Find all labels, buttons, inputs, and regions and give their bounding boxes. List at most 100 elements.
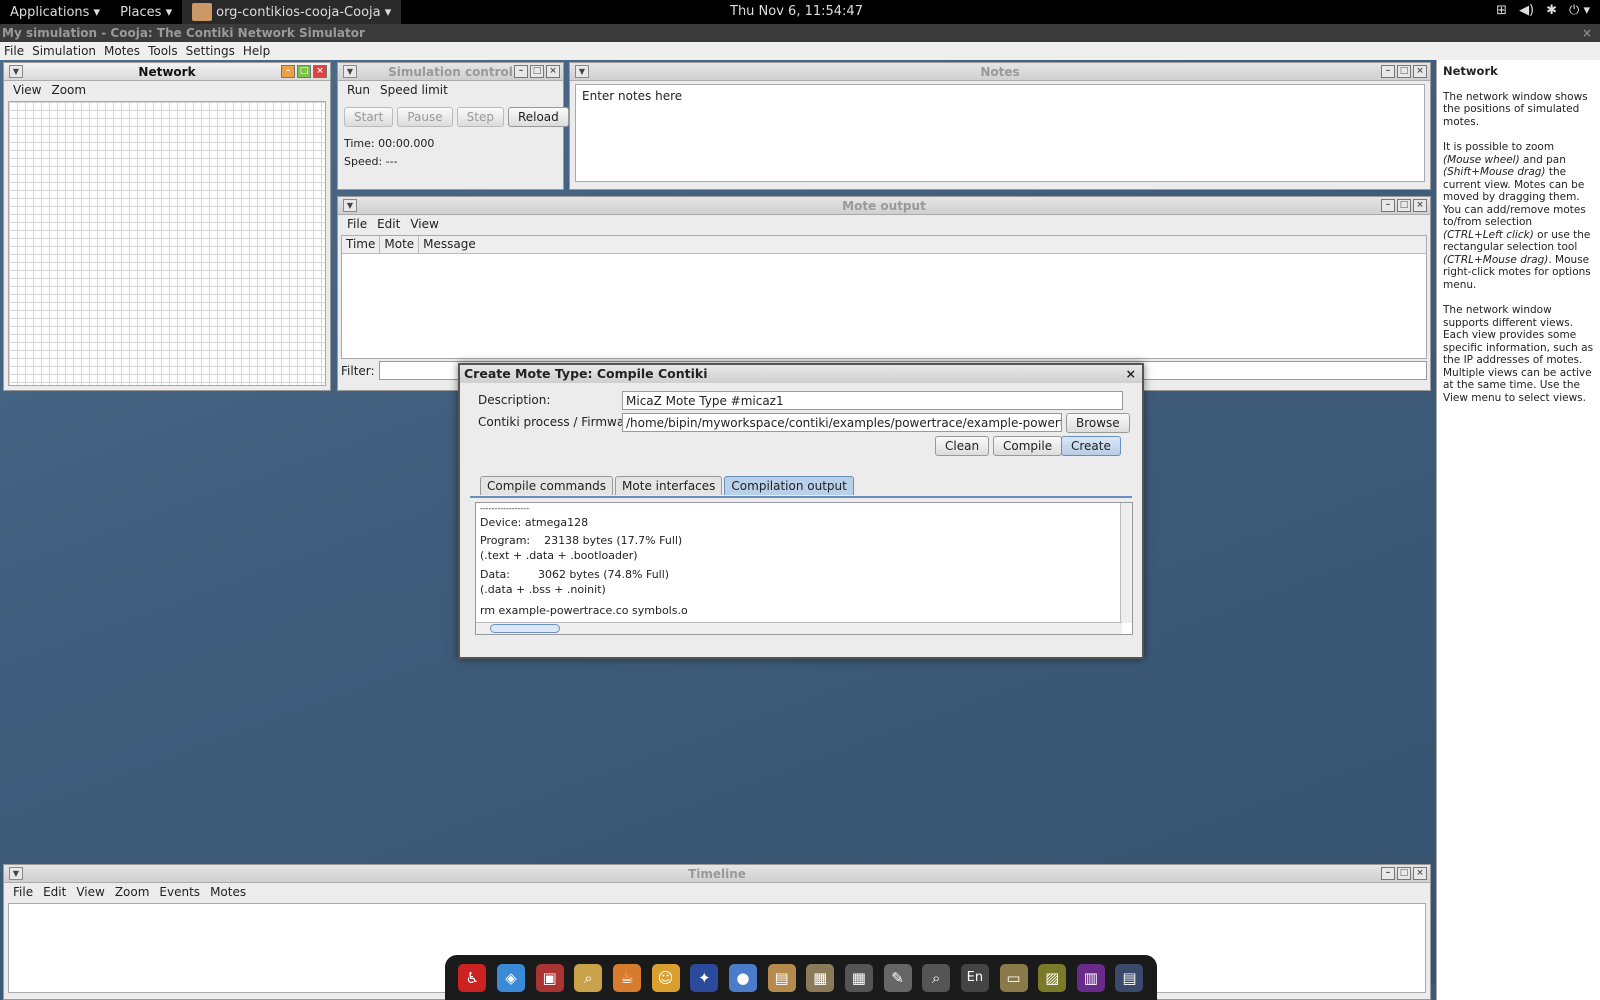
pause-button[interactable]: Pause <box>397 107 453 127</box>
cat-icon[interactable]: ☺ <box>651 963 680 992</box>
moteout-menu-view[interactable]: View <box>405 217 443 231</box>
media-icon[interactable]: ▣ <box>535 963 564 992</box>
close-icon[interactable]: × <box>1413 199 1427 212</box>
timeline-menu-motes[interactable]: Motes <box>205 885 251 899</box>
close-icon[interactable]: × <box>546 65 560 78</box>
menu-settings[interactable]: Settings <box>182 44 239 58</box>
timeline-menu-edit[interactable]: Edit <box>38 885 71 899</box>
close-icon[interactable]: × <box>1413 867 1427 880</box>
maximize-icon[interactable]: □ <box>1397 65 1411 78</box>
reload-button[interactable]: Reload <box>507 107 569 127</box>
maximize-icon[interactable]: □ <box>297 65 311 78</box>
maximize-icon[interactable]: □ <box>530 65 544 78</box>
menu-help[interactable]: Help <box>239 44 274 58</box>
folder-icon[interactable]: ▭ <box>999 963 1028 992</box>
applications-menu[interactable]: Applications ▾ <box>0 0 110 24</box>
task-button[interactable]: org-contikios-cooja-Cooja ▾ <box>182 0 402 24</box>
dialog-title-bar[interactable]: Create Mote Type: Compile Contiki × <box>460 365 1142 383</box>
wizard-icon[interactable]: ✦ <box>690 963 719 992</box>
col-mote[interactable]: Mote <box>380 236 420 253</box>
window-menu-icon[interactable]: ▼ <box>9 65 23 78</box>
power-icon[interactable]: ⏻ ▾ <box>1569 3 1590 18</box>
network-menu-view[interactable]: View <box>8 83 46 97</box>
document-icon[interactable]: ▦ <box>806 963 835 992</box>
step-button[interactable]: Step <box>456 107 504 127</box>
maximize-icon[interactable]: □ <box>1397 199 1411 212</box>
output-line: ----------------- <box>480 504 530 513</box>
editor-icon[interactable]: ✎ <box>883 963 912 992</box>
magnifier-icon[interactable]: ⌕ <box>922 963 951 992</box>
java-icon[interactable]: ☕ <box>612 963 641 992</box>
compilation-output-area[interactable]: ----------------- Device: atmega128 Prog… <box>475 502 1133 635</box>
window-menu-icon[interactable]: ▼ <box>343 199 357 212</box>
timeline-menu-zoom[interactable]: Zoom <box>110 885 155 899</box>
timeline-title-bar[interactable]: ▼ Timeline – □ × <box>4 865 1430 883</box>
create-button[interactable]: Create <box>1061 436 1121 456</box>
sim-time: Time: 00:00.000 <box>344 137 435 150</box>
network-title-bar[interactable]: ▼ Network – □ × <box>4 63 330 81</box>
menu-motes[interactable]: Motes <box>100 44 144 58</box>
simctl-menu-speed[interactable]: Speed limit <box>375 83 453 97</box>
menu-file[interactable]: File <box>0 44 28 58</box>
clock[interactable]: Thu Nov 6, 11:54:47 <box>730 4 863 19</box>
close-icon[interactable]: × <box>1582 24 1592 42</box>
browse-button[interactable]: Browse <box>1066 413 1130 433</box>
network-canvas[interactable] <box>8 101 326 386</box>
menu-tools[interactable]: Tools <box>144 44 182 58</box>
archive-icon[interactable]: ▤ <box>767 963 796 992</box>
maximize-icon[interactable]: □ <box>1397 867 1411 880</box>
window-menu-icon[interactable]: ▼ <box>343 65 357 78</box>
col-time[interactable]: Time <box>342 236 381 253</box>
horizontal-scrollbar[interactable] <box>476 622 1122 634</box>
minimize-icon[interactable]: – <box>1381 65 1395 78</box>
timeline-menu-events[interactable]: Events <box>154 885 205 899</box>
simctl-title-bar[interactable]: ▼ Simulation control – □ × <box>338 63 563 81</box>
timeline-menu-file[interactable]: File <box>8 885 38 899</box>
compile-button[interactable]: Compile <box>993 436 1063 456</box>
close-icon[interactable]: × <box>1126 365 1136 383</box>
moteout-menu-edit[interactable]: Edit <box>372 217 405 231</box>
start-button[interactable]: Start <box>344 107 394 127</box>
tab-compilation-output[interactable]: Compilation output <box>724 476 854 495</box>
chat-icon[interactable]: ● <box>728 963 757 992</box>
accessibility-icon[interactable]: ♿ <box>458 963 487 992</box>
notes-title-bar[interactable]: ▼ Notes – □ × <box>570 63 1430 81</box>
window-menu-icon[interactable]: ▼ <box>9 867 23 880</box>
window-menu-icon[interactable]: ▼ <box>575 65 589 78</box>
timeline-menu-view[interactable]: View <box>71 885 109 899</box>
col-message[interactable]: Message <box>419 236 480 253</box>
clean-button[interactable]: Clean <box>935 436 990 456</box>
moteout-menu-file[interactable]: File <box>342 217 372 231</box>
calculator-icon[interactable]: ▦ <box>844 963 873 992</box>
close-icon[interactable]: × <box>313 65 327 78</box>
search-icon[interactable]: ⌕ <box>574 963 603 992</box>
tab-mote-interfaces[interactable]: Mote interfaces <box>615 476 723 495</box>
close-icon[interactable]: × <box>1413 65 1427 78</box>
network-menu-zoom[interactable]: Zoom <box>46 83 91 97</box>
firmware-field[interactable]: /home/bipin/myworkspace/contiki/examples… <box>622 413 1062 432</box>
workspace-icon[interactable]: ▥ <box>1076 963 1105 992</box>
menu-simulation[interactable]: Simulation <box>28 44 100 58</box>
dialog-title: Create Mote Type: Compile Contiki <box>464 366 708 381</box>
minimize-icon[interactable]: – <box>1381 199 1395 212</box>
window-title-bar: My simulation - Cooja: The Contiki Netwo… <box>0 24 1600 42</box>
image-icon[interactable]: ▨ <box>1038 963 1067 992</box>
moteout-table[interactable]: Time Mote Message <box>341 235 1427 359</box>
tab-compile-commands[interactable]: Compile commands <box>480 476 614 495</box>
minimize-icon[interactable]: – <box>1381 867 1395 880</box>
browser-icon[interactable]: ◈ <box>496 963 525 992</box>
minimize-icon[interactable]: – <box>514 65 528 78</box>
help-text: (Shift+Mouse drag) <box>1443 166 1546 178</box>
minimize-icon[interactable]: – <box>281 65 295 78</box>
volume-icon[interactable]: ◀) <box>1519 3 1534 18</box>
simctl-menu-run[interactable]: Run <box>342 83 375 97</box>
description-field[interactable]: MicaZ Mote Type #micaz1 <box>622 391 1123 410</box>
moteout-title-bar[interactable]: ▼ Mote output – □ × <box>338 197 1430 215</box>
notes-textarea[interactable]: Enter notes here <box>575 84 1425 182</box>
bluetooth-icon[interactable]: ✱ <box>1546 3 1557 18</box>
places-menu[interactable]: Places ▾ <box>110 0 182 24</box>
keyboard-layout-icon[interactable]: En <box>960 963 989 992</box>
desktop-icon[interactable]: ▤ <box>1115 963 1144 992</box>
network-icon[interactable]: ⊞ <box>1496 3 1507 18</box>
vertical-scrollbar[interactable] <box>1120 503 1132 623</box>
